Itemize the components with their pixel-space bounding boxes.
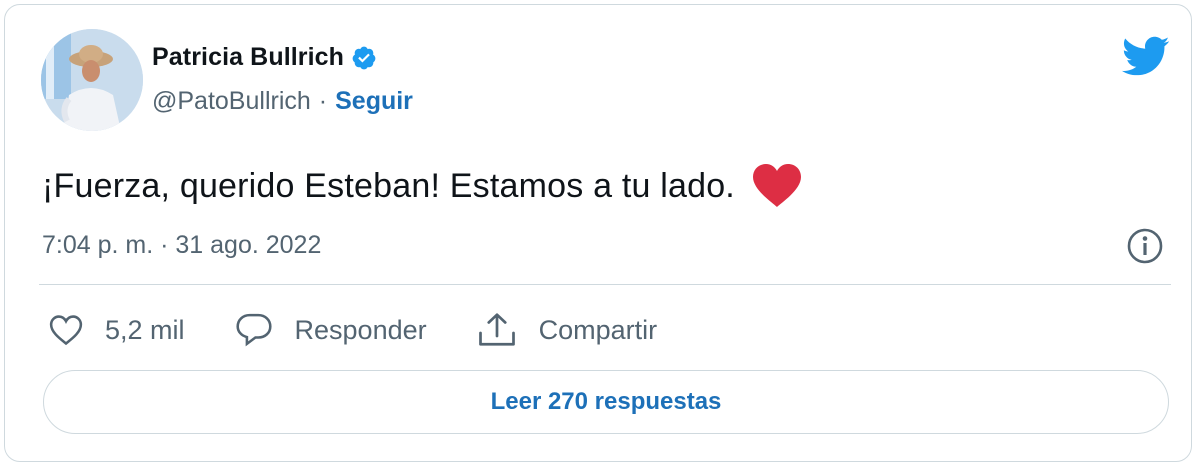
author-name-row: Patricia Bullrich bbox=[152, 43, 377, 72]
twitter-bird-icon[interactable] bbox=[1120, 35, 1170, 77]
tweet-text-row: ¡Fuerza, querido Esteban! Estamos a tu l… bbox=[42, 163, 803, 209]
like-button[interactable]: 5,2 mil bbox=[49, 314, 185, 346]
share-button[interactable]: Compartir bbox=[477, 312, 658, 348]
info-icon[interactable] bbox=[1125, 226, 1165, 266]
heart-outline-icon bbox=[49, 315, 83, 346]
tweet-timestamp[interactable]: 7:04 p. m. · 31 ago. 2022 bbox=[42, 231, 321, 260]
verified-badge-icon bbox=[351, 45, 377, 71]
red-heart-emoji-icon bbox=[751, 163, 803, 209]
reply-button[interactable]: Responder bbox=[235, 313, 427, 347]
divider bbox=[39, 284, 1171, 285]
tweet-text: ¡Fuerza, querido Esteban! Estamos a tu l… bbox=[42, 166, 735, 205]
speech-bubble-icon bbox=[235, 313, 272, 347]
tweet-card: Patricia Bullrich @PatoBullrich · Seguir… bbox=[4, 4, 1192, 462]
author-handle-row: @PatoBullrich · Seguir bbox=[152, 87, 413, 116]
avatar[interactable] bbox=[41, 29, 143, 131]
author-handle[interactable]: @PatoBullrich bbox=[152, 87, 311, 116]
read-replies-button[interactable]: Leer 270 respuestas bbox=[43, 370, 1169, 434]
author-name[interactable]: Patricia Bullrich bbox=[152, 43, 344, 72]
action-bar: 5,2 mil Responder Compartir bbox=[49, 305, 707, 355]
share-label: Compartir bbox=[538, 314, 658, 345]
share-upload-icon bbox=[478, 313, 515, 346]
reply-label: Responder bbox=[294, 314, 427, 345]
follow-button[interactable]: Seguir bbox=[335, 87, 413, 116]
like-count: 5,2 mil bbox=[105, 314, 185, 345]
separator-dot: · bbox=[318, 87, 328, 115]
